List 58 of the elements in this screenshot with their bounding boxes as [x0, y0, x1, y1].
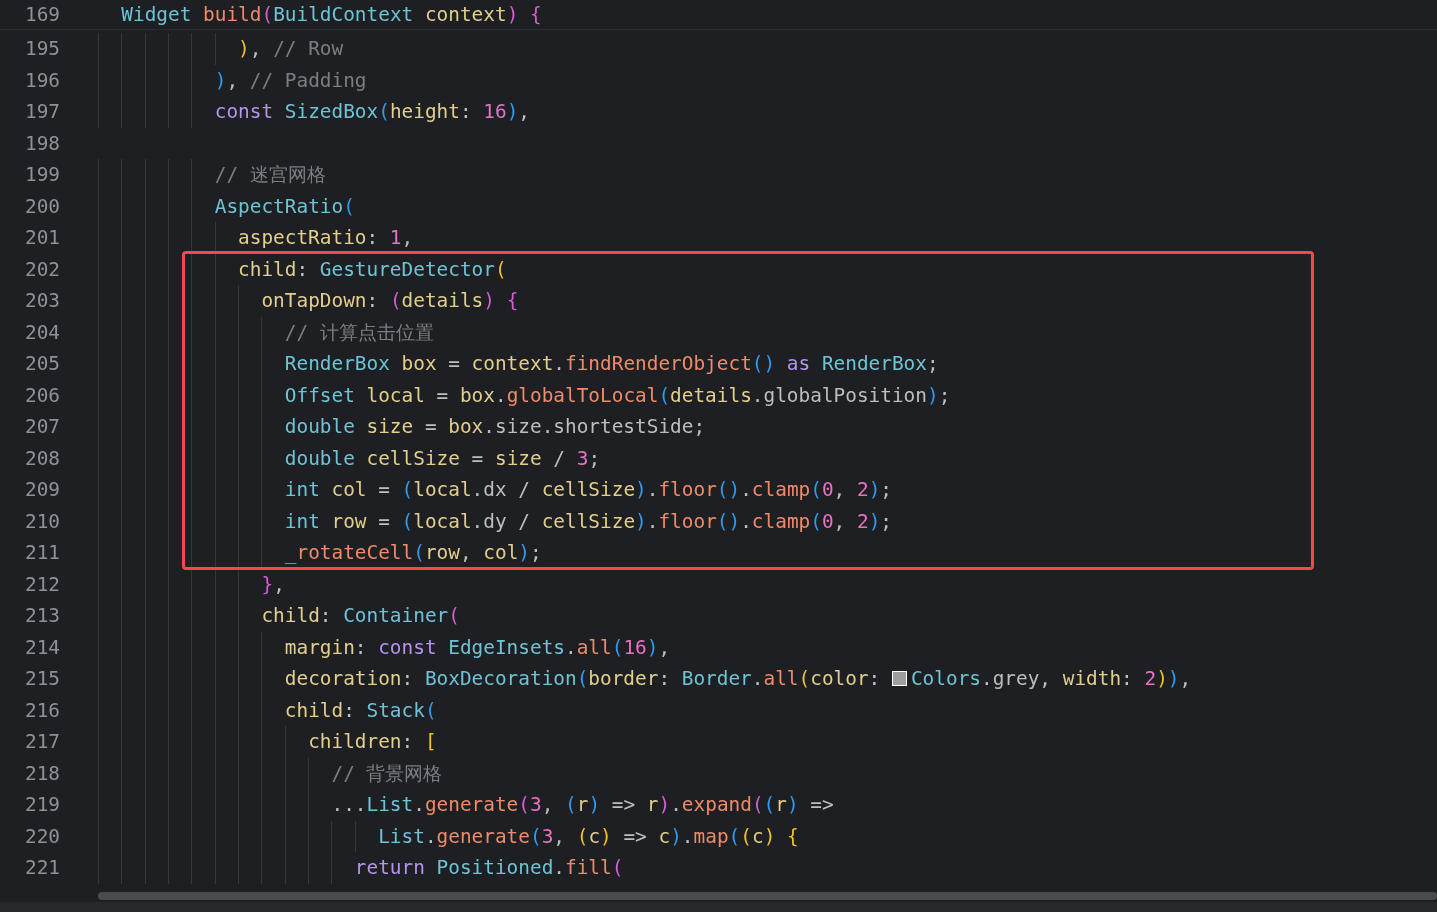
code-text: children: [	[308, 730, 437, 754]
code-text: child: GestureDetector(	[238, 257, 507, 281]
code-text: int col = (local.dx / cellSize).floor().clamp(0, 2);	[284, 478, 893, 502]
line-number: 200	[23, 194, 60, 218]
line-number: 217	[23, 730, 60, 754]
code-text: // 背景网格	[331, 760, 443, 787]
line-number: 220	[23, 824, 60, 848]
code-text: RenderBox box = context.findRenderObject() as RenderBox;	[284, 352, 939, 376]
line-number: 205	[23, 352, 60, 376]
line-number: 212	[23, 572, 60, 596]
code-text: onTapDown: (details) {	[261, 289, 519, 313]
code-text: ...List.generate(3, (r) => r).expand((r) =>	[331, 793, 834, 817]
line-number: 221	[23, 856, 60, 880]
code-text: ), // Row	[238, 37, 344, 61]
code-text: margin: const EdgeInsets.all(16),	[284, 635, 671, 659]
code-text: // 计算点击位置	[284, 319, 434, 346]
line-number: 216	[23, 698, 60, 722]
line-number: 199	[23, 163, 60, 187]
code-text: child: Container(	[261, 604, 460, 628]
code-text: },	[261, 572, 285, 596]
code-text: child: Stack(	[284, 698, 437, 722]
code-text: return Positioned.fill(	[354, 856, 624, 880]
code-text: Colors.grey, width: 2)),	[910, 667, 1192, 691]
code-text: aspectRatio: 1,	[238, 226, 414, 250]
line-number: 196	[23, 68, 60, 92]
code-text: ), // Padding	[214, 68, 367, 92]
horizontal-scrollbar[interactable]	[98, 892, 1437, 900]
line-number: 203	[23, 289, 60, 313]
line-number: 169	[23, 3, 60, 26]
line-number: 198	[23, 131, 60, 155]
color-swatch-icon	[891, 671, 907, 687]
line-number: 210	[23, 509, 60, 533]
code-text: double size = box.size.shortestSide;	[284, 415, 706, 439]
line-number: 211	[23, 541, 60, 565]
code-text: List.generate(3, (c) => c).map((c) {	[378, 824, 799, 848]
line-number: 201	[23, 226, 60, 250]
code-text: Offset local = box.globalToLocal(details.globalPosition);	[284, 383, 951, 407]
code-text: // 迷宫网格	[214, 162, 326, 189]
line-number: 195	[23, 37, 60, 61]
line-number: 202	[23, 257, 60, 281]
line-number: 207	[23, 415, 60, 439]
code-text: const SizedBox(height: 16),	[214, 100, 530, 124]
code-text: int row = (local.dy / cellSize).floor().clamp(0, 2);	[284, 509, 893, 533]
line-number: 208	[23, 446, 60, 470]
line-number: 209	[23, 478, 60, 502]
line-number: 215	[23, 667, 60, 691]
line-number: 218	[23, 761, 60, 785]
code-text: double cellSize = size / 3;	[284, 446, 601, 470]
code-text: decoration: BoxDecoration(border: Border.all(color:	[284, 667, 882, 691]
line-number: 206	[23, 383, 60, 407]
line-number: 197	[23, 100, 60, 124]
code-text: AspectRatio(	[214, 194, 355, 218]
line-number: 204	[23, 320, 60, 344]
code-text: _rotateCell(row, col);	[284, 541, 542, 565]
line-number: 213	[23, 604, 60, 628]
code-text: Widget build(BuildContext context) {	[121, 3, 542, 26]
line-number: 214	[23, 635, 60, 659]
line-number: 219	[23, 793, 60, 817]
